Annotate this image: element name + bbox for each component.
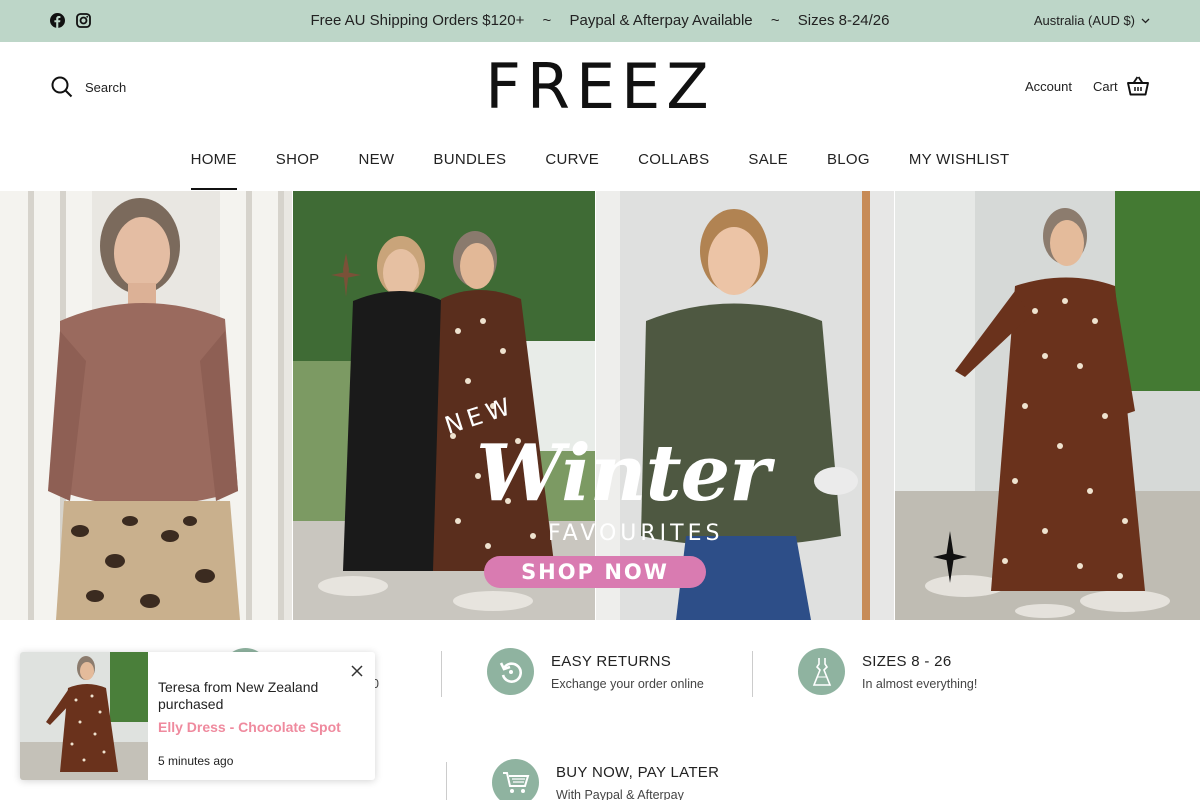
chevron-down-icon (1141, 18, 1150, 23)
returns-icon (487, 648, 534, 695)
hero-photo-mauve-knit (0, 191, 292, 620)
announcement-sizes: Sizes 8-24/26 (797, 12, 890, 29)
feature-pay-later-subtitle: With Paypal & Afterpay (556, 787, 684, 800)
search-button[interactable]: Search (51, 76, 126, 98)
popup-product-link[interactable]: Elly Dress - Chocolate Spot (158, 719, 341, 735)
hero-headline: Winter (476, 428, 770, 519)
dress-icon (798, 648, 845, 695)
feature-sizes: SIZES 8 - 26 In almost everything! (798, 648, 977, 695)
search-label: Search (85, 79, 127, 95)
hero-photo-spot-dress (895, 191, 1200, 620)
divider (446, 762, 447, 800)
country-label: Australia (AUD $) (1033, 13, 1135, 28)
announcement-separator: ~ (542, 12, 552, 29)
nav-item-collabs[interactable]: COLLABS (619, 151, 729, 191)
hero-subheadline: FAVOURITES (548, 521, 724, 546)
nav-item-wishlist[interactable]: MY WISHLIST (889, 151, 1029, 191)
country-selector[interactable]: Australia (AUD $) (1034, 13, 1150, 28)
feature-pay-later: BUY NOW, PAY LATER With Paypal & Afterpa… (492, 759, 719, 800)
announcement-shipping: Free AU Shipping Orders $120+ (310, 12, 525, 29)
announcement-messages: Free AU Shipping Orders $120+ ~ Paypal &… (0, 12, 1200, 29)
site-logo[interactable]: FREEZ (484, 56, 716, 118)
account-link[interactable]: Account (1025, 79, 1072, 94)
nav-item-blog[interactable]: BLOG (807, 151, 889, 191)
announcement-separator: ~ (770, 12, 780, 29)
popup-timestamp: 5 minutes ago (158, 754, 234, 768)
nav-item-shop[interactable]: SHOP (256, 151, 339, 191)
feature-sizes-subtitle: In almost everything! (862, 676, 978, 691)
announcement-bar: Free AU Shipping Orders $120+ ~ Paypal &… (0, 0, 1200, 42)
feature-returns-title: EASY RETURNS (551, 652, 672, 670)
search-icon (51, 76, 73, 98)
divider (752, 651, 753, 697)
nav-item-home[interactable]: HOME (171, 151, 256, 191)
main-nav: HOME SHOP NEW BUNDLES CURVE COLLABS SALE… (0, 151, 1200, 191)
cart-link[interactable]: Cart (1093, 76, 1149, 96)
nav-item-bundles[interactable]: BUNDLES (414, 151, 526, 191)
basket-icon (1126, 76, 1149, 96)
nav-item-new[interactable]: NEW (339, 151, 414, 191)
shop-now-button[interactable]: SHOP NOW (484, 556, 706, 588)
popup-product-image[interactable] (20, 652, 148, 780)
cart-label: Cart (1093, 78, 1118, 94)
close-icon[interactable] (350, 664, 364, 678)
feature-returns-subtitle: Exchange your order online (551, 676, 704, 691)
feature-sizes-title: SIZES 8 - 26 (862, 652, 952, 670)
feature-returns: EASY RETURNS Exchange your order online (487, 648, 704, 695)
divider (441, 651, 442, 697)
popup-customer-text: Teresa from New Zealand purchased (158, 679, 319, 712)
announcement-payment: Paypal & Afterpay Available (569, 12, 753, 29)
hero-banner[interactable]: NEW Winter FAVOURITES SHOP NOW (0, 191, 1200, 620)
feature-pay-later-title: BUY NOW, PAY LATER (556, 763, 720, 781)
nav-item-curve[interactable]: CURVE (526, 151, 619, 191)
nav-item-sale[interactable]: SALE (729, 151, 808, 191)
cart-icon (492, 759, 539, 800)
recent-purchase-popup[interactable]: Teresa from New Zealand purchased Elly D… (20, 652, 375, 780)
